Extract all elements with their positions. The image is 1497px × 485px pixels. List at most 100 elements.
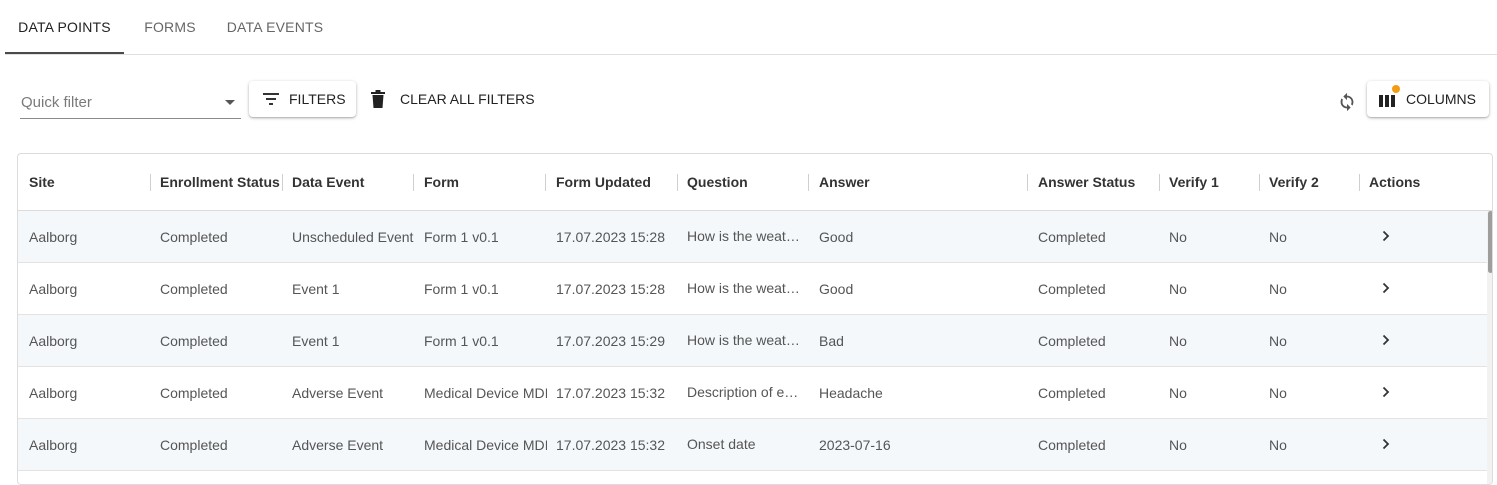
column-separator[interactable]: [1027, 174, 1028, 191]
cell-verify-2: No: [1269, 384, 1287, 401]
cell-verify-1: No: [1169, 228, 1187, 245]
column-separator[interactable]: [1359, 174, 1360, 191]
column-header-question[interactable]: Question: [687, 154, 807, 210]
cell-answer: Good: [819, 280, 854, 297]
cell-answer-status: Completed: [1038, 332, 1106, 349]
tab-data-points[interactable]: DATA POINTS: [5, 0, 124, 54]
cell-form-updated: 17.07.2023 15:32: [556, 436, 665, 453]
tab-data-events[interactable]: DATA EVENTS: [219, 0, 331, 54]
cell-form-updated: 17.07.2023 15:28: [556, 280, 665, 297]
dropdown-arrow-icon: [225, 100, 235, 105]
column-header-answer[interactable]: Answer: [819, 154, 1019, 210]
cell-data-event: Adverse Event: [292, 384, 384, 401]
cell-form: Form 1 v0.1: [424, 332, 499, 349]
vertical-scrollbar[interactable]: [1487, 211, 1492, 484]
view-column-icon: [1379, 95, 1395, 107]
cell-form: Form 1 v0.1: [424, 228, 499, 245]
column-separator[interactable]: [808, 174, 809, 191]
column-header-verify-2[interactable]: Verify 2: [1269, 154, 1359, 210]
cell-enrollment-status: Completed: [160, 228, 228, 245]
cell-data-event: Unscheduled Event: [292, 228, 414, 245]
cell-answer-status: Completed: [1038, 384, 1106, 401]
cell-form-updated: 17.07.2023 15:29: [556, 332, 665, 349]
cell-question: Description of event: [687, 384, 800, 400]
cell-form: Medical Device MDI: [424, 436, 547, 453]
cell-enrollment-status: Completed: [160, 280, 228, 297]
column-separator[interactable]: [282, 174, 283, 191]
cell-verify-1: No: [1169, 384, 1187, 401]
column-separator[interactable]: [150, 174, 151, 191]
cell-form: Medical Device MDI: [424, 384, 547, 401]
column-header-enrollment-status[interactable]: Enrollment Status: [160, 154, 282, 210]
cell-answer-status: Completed: [1038, 436, 1106, 453]
chevron-right-icon[interactable]: [1379, 229, 1393, 243]
trash-icon: [371, 90, 385, 108]
cell-site: Aalborg: [29, 280, 78, 297]
chevron-right-icon[interactable]: [1379, 333, 1393, 347]
chevron-right-icon[interactable]: [1379, 437, 1393, 451]
cell-data-event: Adverse Event: [292, 436, 384, 453]
table-row[interactable]: Aalborg Completed Event 1 Form 1 v0.1 17…: [18, 263, 1487, 315]
cell-question: How is the weather today?: [687, 280, 800, 296]
scrollbar-thumb[interactable]: [1488, 211, 1492, 273]
cell-site: Aalborg: [29, 332, 78, 349]
columns-badge-dot: [1392, 85, 1400, 93]
filter-list-icon: [263, 93, 279, 105]
cell-site: Aalborg: [29, 384, 78, 401]
cell-form: Form 1 v0.1: [424, 280, 499, 297]
table-row[interactable]: Aalborg Completed Event 1 Form 1 v0.1 17…: [18, 315, 1487, 367]
column-header-form[interactable]: Form: [424, 154, 544, 210]
clear-all-filters-button[interactable]: CLEAR ALL FILTERS: [367, 81, 535, 117]
data-points-grid: Site Enrollment Status Data Event Form F…: [17, 153, 1493, 485]
cell-answer-status: Completed: [1038, 280, 1106, 297]
cell-answer: Headache: [819, 384, 883, 401]
clear-all-filters-label: CLEAR ALL FILTERS: [400, 91, 535, 107]
cell-enrollment-status: Completed: [160, 384, 228, 401]
column-separator[interactable]: [1259, 174, 1260, 191]
cell-verify-1: No: [1169, 332, 1187, 349]
columns-button-label: COLUMNS: [1406, 91, 1477, 107]
column-separator[interactable]: [545, 174, 546, 191]
table-row[interactable]: Aalborg Completed Unscheduled Event Form…: [18, 211, 1487, 263]
tab-bar: DATA POINTS FORMS DATA EVENTS: [5, 0, 1497, 55]
filters-button[interactable]: FILTERS: [249, 81, 356, 117]
cell-form-updated: 17.07.2023 15:28: [556, 228, 665, 245]
cell-answer-status: Completed: [1038, 228, 1106, 245]
cell-site: Aalborg: [29, 228, 78, 245]
cell-data-event: Event 1: [292, 280, 340, 297]
chevron-right-icon[interactable]: [1379, 385, 1393, 399]
column-separator[interactable]: [677, 174, 678, 191]
cell-verify-2: No: [1269, 228, 1287, 245]
table-row[interactable]: Aalborg Completed Adverse Event Medical …: [18, 367, 1487, 419]
column-header-data-event[interactable]: Data Event: [292, 154, 412, 210]
filters-button-label: FILTERS: [289, 91, 346, 107]
quick-filter-placeholder: Quick filter: [21, 94, 92, 111]
cell-data-event: Event 1: [292, 332, 340, 349]
tab-forms[interactable]: FORMS: [133, 0, 207, 54]
columns-icon-wrap: [1379, 85, 1400, 107]
column-header-site[interactable]: Site: [29, 154, 149, 210]
cell-question: How is the weather today?: [687, 332, 800, 348]
active-tab-indicator: [5, 52, 124, 54]
column-header-actions: Actions: [1369, 174, 1421, 190]
column-header-form-updated[interactable]: Form Updated: [556, 154, 676, 210]
cell-answer: Good: [819, 228, 854, 245]
column-separator[interactable]: [413, 174, 414, 191]
cell-question: How is the weather today?: [687, 228, 800, 244]
column-header-answer-status[interactable]: Answer Status: [1038, 154, 1158, 210]
cell-answer: Bad: [819, 332, 844, 349]
cell-question: Onset date: [687, 436, 756, 452]
column-header-verify-1[interactable]: Verify 1: [1169, 154, 1259, 210]
cell-enrollment-status: Completed: [160, 436, 228, 453]
table-row[interactable]: Aalborg Completed Adverse Event Medical …: [18, 419, 1487, 471]
cell-form-updated: 17.07.2023 15:32: [556, 384, 665, 401]
cell-verify-2: No: [1269, 332, 1287, 349]
cell-answer: 2023-07-16: [819, 436, 891, 453]
columns-button[interactable]: COLUMNS: [1367, 81, 1489, 117]
column-separator[interactable]: [1159, 174, 1160, 191]
quick-filter-select[interactable]: Quick filter: [20, 84, 241, 119]
refresh-icon[interactable]: [1336, 91, 1358, 113]
grid-header-row: Site Enrollment Status Data Event Form F…: [18, 154, 1492, 211]
cell-enrollment-status: Completed: [160, 332, 228, 349]
chevron-right-icon[interactable]: [1379, 281, 1393, 295]
